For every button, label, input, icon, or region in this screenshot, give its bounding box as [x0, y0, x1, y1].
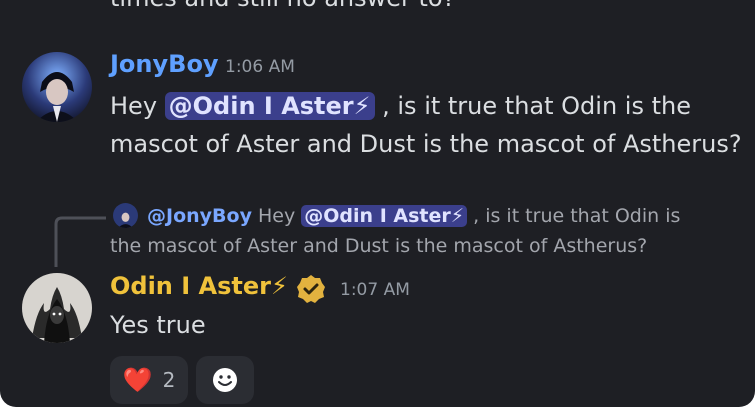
partial-previous-message: times and still no answer to?	[110, 0, 455, 12]
message-text: Yes true	[110, 311, 206, 339]
message-text-line-1: Hey @Odin I Aster⚡ , is it true that Odi…	[110, 92, 691, 120]
reply-connector-icon	[54, 216, 106, 267]
add-reaction-icon	[213, 368, 237, 392]
timestamp: 1:06 AM	[225, 57, 295, 77]
username-odin[interactable]: Odin I Aster⚡	[110, 272, 288, 300]
reply-mention: @Odin I Aster⚡	[301, 205, 468, 227]
avatar-jonyboy[interactable]	[22, 52, 92, 122]
username-jonyboy[interactable]: JonyBoy	[110, 50, 219, 78]
reaction-heart[interactable]: ❤️ 2	[110, 356, 188, 404]
reply-avatar-jonyboy	[113, 203, 138, 228]
verified-badge-icon	[296, 274, 326, 304]
timestamp: 1:07 AM	[340, 280, 410, 300]
avatar-odin[interactable]	[22, 273, 92, 343]
message-text: Hey	[110, 92, 165, 120]
message-text: , is it true that Odin is the	[374, 92, 691, 120]
reply-text: Hey	[251, 205, 302, 227]
reply-preview-line-1[interactable]: @JonyBoy Hey @Odin I Aster⚡ , is it true…	[147, 205, 680, 227]
reply-author[interactable]: @JonyBoy	[147, 205, 252, 227]
reaction-count: 2	[162, 368, 176, 392]
chat-panel: times and still no answer to? JonyBoy 1:…	[0, 0, 755, 407]
reply-preview-line-2[interactable]: the mascot of Aster and Dust is the masc…	[110, 235, 647, 257]
reply-text: , is it true that Odin is	[467, 205, 681, 227]
message-text-line-2: mascot of Aster and Dust is the mascot o…	[110, 130, 742, 158]
heart-emoji-icon: ❤️	[122, 366, 153, 394]
add-reaction-button[interactable]	[196, 356, 254, 404]
mention-odin[interactable]: @Odin I Aster⚡	[164, 92, 375, 120]
